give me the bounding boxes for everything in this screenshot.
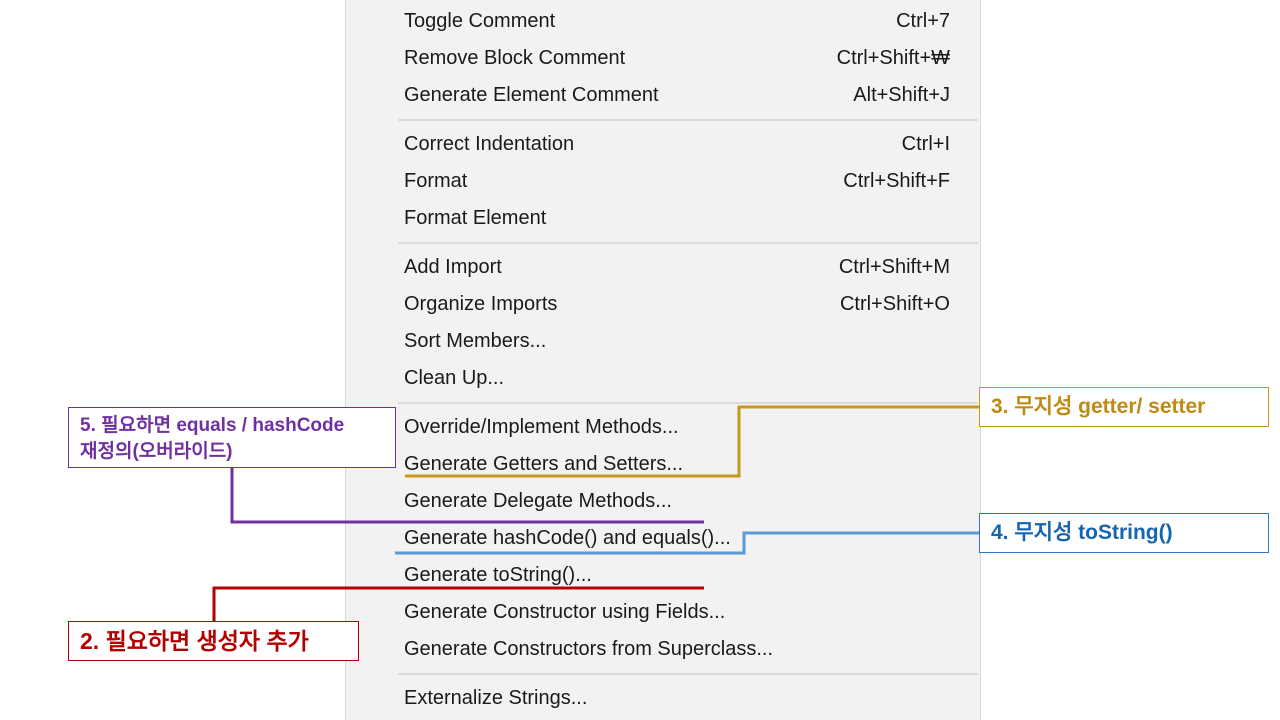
equals-hashcode-annotation-line1: 5. 필요하면 equals / hashCode: [80, 415, 345, 436]
getter-setter-annotation: 3. 무지성 getter/ setter: [979, 387, 1269, 427]
annotation-connectors: [212, 405, 979, 621]
constructor-connector: [212, 586, 704, 621]
equals-hashcode-annotation-line2: 재정의(오버라이드): [80, 441, 233, 462]
tostring-connector: [395, 531, 979, 555]
equals-hashcode-annotation: 5. 필요하면 equals / hashCode 재정의(오버라이드): [68, 407, 396, 468]
constructor-annotation: 2. 필요하면 생성자 추가: [68, 621, 359, 661]
getter-setter-connector: [405, 405, 979, 478]
tostring-annotation: 4. 무지성 toString(): [979, 513, 1269, 553]
